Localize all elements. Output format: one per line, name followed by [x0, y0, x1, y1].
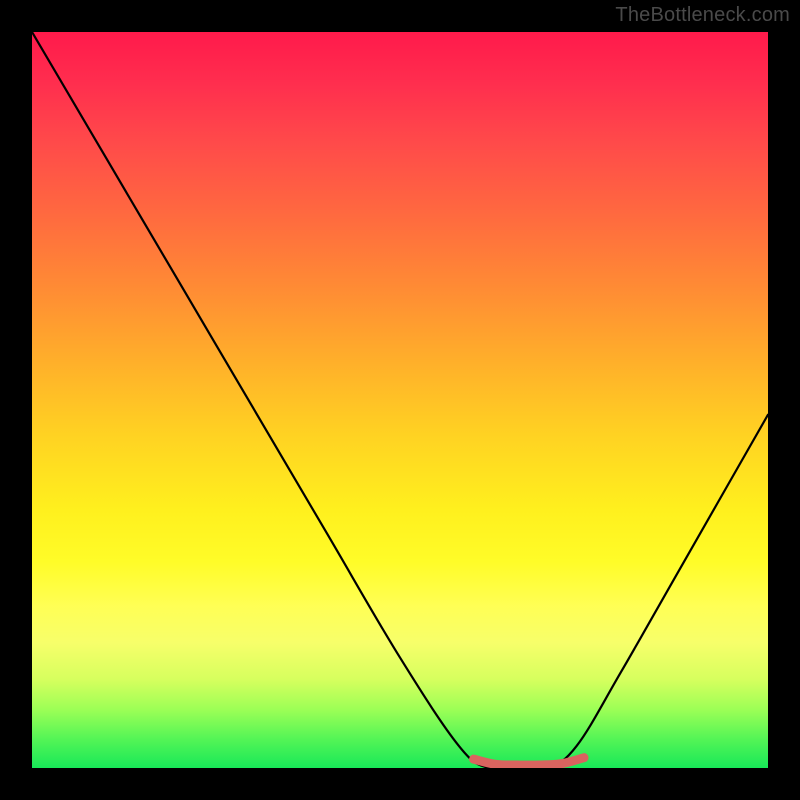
chart-svg [32, 32, 768, 768]
watermark-text: TheBottleneck.com [615, 4, 790, 27]
chart-frame: TheBottleneck.com [0, 0, 800, 800]
bottleneck-curve-path [32, 32, 768, 768]
optimal-range-highlight [474, 758, 584, 766]
plot-area [32, 32, 768, 768]
